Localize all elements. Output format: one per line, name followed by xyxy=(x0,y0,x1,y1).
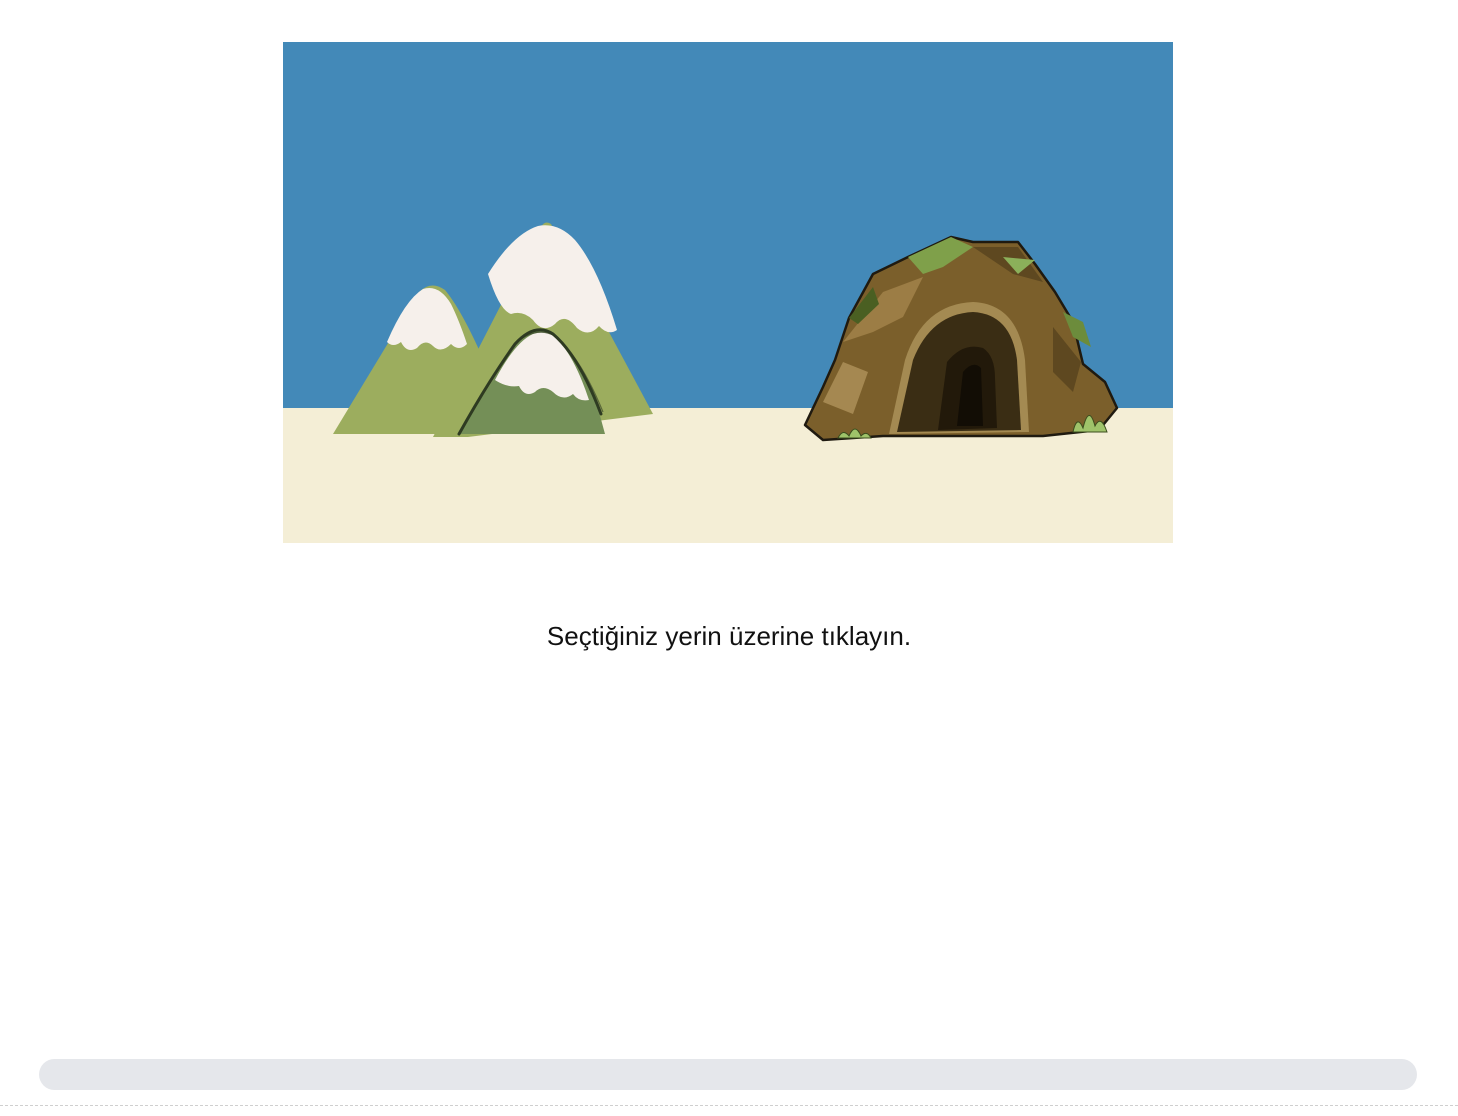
activity-page: Seçtiğiniz yerin üzerine tıklayın. xyxy=(0,0,1458,1116)
scene-image xyxy=(283,42,1173,543)
instruction-text: Seçtiğiniz yerin üzerine tıklayın. xyxy=(546,621,912,651)
page-divider xyxy=(0,1105,1458,1106)
progress-bar xyxy=(39,1059,1417,1090)
